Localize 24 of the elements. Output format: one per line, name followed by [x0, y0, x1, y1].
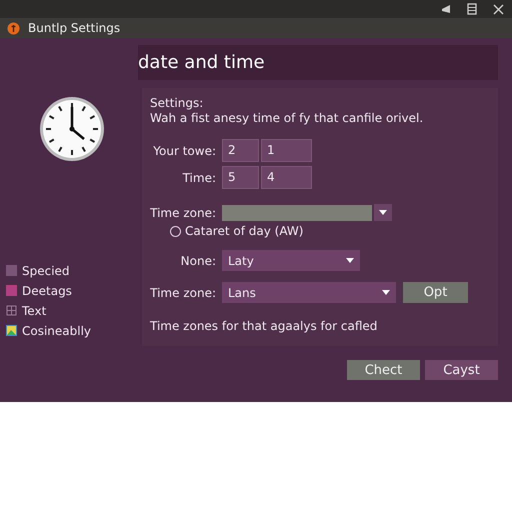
- sidebar-item[interactable]: Cosineablly: [22, 324, 92, 338]
- sidebar-item[interactable]: Specied: [22, 264, 70, 278]
- field-label: Time zone:: [150, 206, 216, 220]
- window-title: Buntlp Settings: [28, 21, 120, 35]
- sidebar-item[interactable]: Deetags: [22, 284, 72, 298]
- dialog-button[interactable]: Cayst: [425, 360, 498, 380]
- field-label: Time:: [182, 170, 216, 184]
- note-text: Time zones for that agaalys for cafled: [150, 319, 378, 334]
- time-zone-dropdown[interactable]: Lans: [222, 282, 396, 303]
- section-heading: Settings:: [150, 96, 204, 111]
- radio-label: Cataret of day (AW): [185, 224, 304, 239]
- field-label: Time zone:: [150, 286, 216, 300]
- field-label: None:: [180, 254, 216, 268]
- dialog-button[interactable]: Chect: [347, 360, 420, 380]
- number-field[interactable]: 5: [222, 166, 259, 189]
- number-field[interactable]: 2: [222, 139, 259, 162]
- page-title: date and time: [138, 52, 265, 73]
- number-field[interactable]: 4: [261, 166, 312, 189]
- dropdown[interactable]: Laty: [222, 250, 360, 271]
- opt-button[interactable]: Opt: [403, 282, 468, 303]
- field-label: Your towe:: [152, 144, 216, 158]
- sidebar-item[interactable]: Text: [22, 304, 46, 318]
- number-field[interactable]: 1: [261, 139, 312, 162]
- description-text: Wah a fist anesy time of fy that canfile orivel.: [150, 111, 424, 126]
